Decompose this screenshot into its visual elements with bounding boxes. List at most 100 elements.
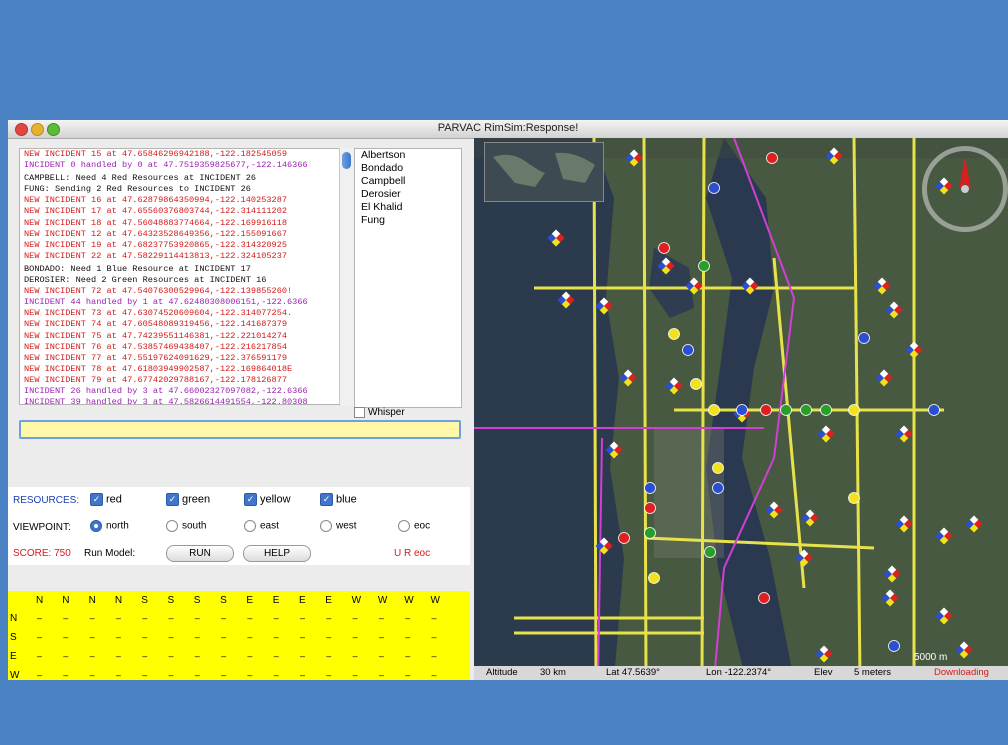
log-line: INCIDENT 39 handled by 3 at 47.582661449… bbox=[24, 397, 308, 405]
grid-cell: – bbox=[431, 651, 437, 661]
incident-log[interactable]: NEW INCIDENT 15 at 47.65846296942188,-12… bbox=[19, 148, 346, 405]
resource-unit-marker bbox=[698, 260, 710, 272]
resource-unit-marker bbox=[708, 404, 720, 416]
grid-column-header: N bbox=[88, 595, 96, 606]
resource-unit-marker bbox=[760, 404, 772, 416]
resource-unit-marker bbox=[888, 640, 900, 652]
resource-unit-marker bbox=[658, 242, 670, 254]
grid-cell: – bbox=[247, 670, 253, 680]
incident-marker-icon bbox=[895, 515, 913, 533]
grid-cell: – bbox=[63, 632, 69, 642]
log-line: INCIDENT 26 handled by 3 at 47.660023270… bbox=[24, 385, 308, 396]
resource-unit-marker bbox=[668, 328, 680, 340]
grid-cell: – bbox=[168, 651, 174, 661]
grid-cell: – bbox=[352, 651, 358, 661]
incident-marker-icon bbox=[595, 297, 613, 315]
grid-cell: – bbox=[300, 613, 306, 623]
resource-red-checkbox[interactable]: ✓ red bbox=[90, 493, 122, 506]
viewpoint-east-radio[interactable]: east bbox=[244, 520, 279, 532]
whisper-checkbox[interactable] bbox=[354, 407, 365, 418]
message-input[interactable] bbox=[19, 420, 461, 439]
player-list-item[interactable]: Bondado bbox=[355, 162, 461, 175]
grid-column-header: E bbox=[246, 595, 254, 606]
run-button[interactable]: RUN bbox=[166, 545, 234, 562]
whisper-label: Whisper bbox=[368, 407, 405, 419]
resource-yellow-checkbox[interactable]: ✓ yellow bbox=[244, 493, 291, 506]
grid-cell: – bbox=[405, 651, 411, 661]
log-scroll-thumb[interactable] bbox=[342, 152, 351, 169]
player-list-item[interactable]: Albertson bbox=[355, 149, 461, 162]
grid-cell: – bbox=[115, 670, 121, 680]
resource-unit-marker bbox=[644, 502, 656, 514]
incident-marker-icon bbox=[547, 229, 565, 247]
resource-blue-checkbox[interactable]: ✓ blue bbox=[320, 493, 357, 506]
grid-cell: – bbox=[221, 670, 227, 680]
log-line: INCIDENT 0 handled by 0 at 47.7519359825… bbox=[24, 160, 308, 171]
player-list-item[interactable]: Fung bbox=[355, 214, 461, 227]
resource-unit-marker bbox=[858, 332, 870, 344]
grid-column-header: W bbox=[351, 595, 362, 606]
help-button[interactable]: HELP bbox=[243, 545, 311, 562]
map-view[interactable]: 5000 m Altitude 30 km Lat 47.5639° Lon -… bbox=[474, 138, 1008, 680]
grid-cell: – bbox=[115, 613, 121, 623]
grid-row-header: N bbox=[10, 613, 18, 624]
player-list-item[interactable]: Derosier bbox=[355, 188, 461, 201]
grid-column-header: S bbox=[167, 595, 175, 606]
incident-marker-icon bbox=[895, 425, 913, 443]
player-list-item[interactable]: El Khalid bbox=[355, 201, 461, 214]
grid-cell: – bbox=[326, 670, 332, 680]
control-panel: RESOURCES: ✓ red ✓ green ✓ yellow ✓ blue VIE… bbox=[8, 487, 470, 565]
resource-unit-marker bbox=[644, 482, 656, 494]
grid-cell: – bbox=[142, 632, 148, 642]
elevation-value: 5 meters bbox=[854, 667, 891, 678]
log-line: BONDADO: Need 1 Blue Resource at INCIDEN… bbox=[24, 263, 251, 274]
grid-column-header: E bbox=[325, 595, 332, 606]
grid-cell: – bbox=[378, 651, 384, 661]
role-label: U R eoc bbox=[394, 548, 431, 559]
incident-marker-icon bbox=[741, 277, 759, 295]
grid-cell: – bbox=[300, 632, 306, 642]
window-title: PARVAC RimSim:Response! bbox=[437, 122, 579, 134]
grid-column-header: S bbox=[220, 595, 227, 606]
grid-cell: – bbox=[326, 632, 332, 642]
resource-unit-marker bbox=[644, 527, 656, 539]
grid-cell: – bbox=[405, 613, 411, 623]
log-line: FUNG: Sending 2 Red Resources to INCIDEN… bbox=[24, 184, 251, 195]
resource-unit-marker bbox=[648, 572, 660, 584]
grid-cell: – bbox=[300, 651, 306, 661]
resource-unit-marker bbox=[712, 482, 724, 494]
grid-column-header: N bbox=[36, 595, 44, 606]
grid-column-header: E bbox=[272, 595, 280, 606]
viewpoint-west-radio[interactable]: west bbox=[320, 520, 357, 532]
grid-column-header: E bbox=[299, 595, 306, 606]
log-line: NEW INCIDENT 77 at 47.55197624091629,-12… bbox=[24, 352, 288, 363]
incident-marker-icon bbox=[873, 277, 891, 295]
grid-cell: – bbox=[63, 613, 69, 623]
viewpoint-north-radio[interactable]: north bbox=[90, 520, 129, 532]
resource-unit-marker bbox=[848, 492, 860, 504]
grid-cell: – bbox=[378, 632, 384, 642]
players-list[interactable]: Albertson Bondado Campbell Derosier El Khali… bbox=[354, 148, 462, 408]
log-line: NEW INCIDENT 79 at 47.67742029788167,-12… bbox=[24, 374, 288, 385]
log-line: NEW INCIDENT 17 at 47.65560376803744,-12… bbox=[24, 206, 288, 217]
grid-cell: – bbox=[221, 613, 227, 623]
resource-green-checkbox[interactable]: ✓ green bbox=[166, 493, 210, 506]
grid-column-header: N bbox=[62, 595, 70, 606]
whisper-toggle[interactable]: Whisper bbox=[354, 407, 405, 418]
player-list-item[interactable]: Campbell bbox=[355, 175, 461, 188]
log-line: NEW INCIDENT 19 at 47.68237753920865,-12… bbox=[24, 239, 288, 250]
resources-label: RESOURCES: bbox=[13, 495, 80, 506]
incident-marker-icon bbox=[815, 645, 833, 663]
incident-marker-icon bbox=[881, 589, 899, 607]
viewpoint-south-radio[interactable]: south bbox=[166, 520, 206, 532]
grid-cell: – bbox=[247, 613, 253, 623]
log-scrollbar[interactable] bbox=[339, 148, 354, 406]
grid-cell: – bbox=[142, 670, 148, 680]
log-line: DEROSIER: Need 2 Green Resources at INCI… bbox=[24, 275, 267, 286]
resource-unit-marker bbox=[690, 378, 702, 390]
viewpoint-eoc-radio[interactable]: eoc bbox=[398, 520, 430, 532]
overview-minimap[interactable] bbox=[484, 142, 604, 202]
grid-column-header: S bbox=[193, 595, 201, 606]
compass-icon[interactable] bbox=[922, 146, 1008, 232]
altitude-label: Altitude bbox=[486, 667, 518, 678]
